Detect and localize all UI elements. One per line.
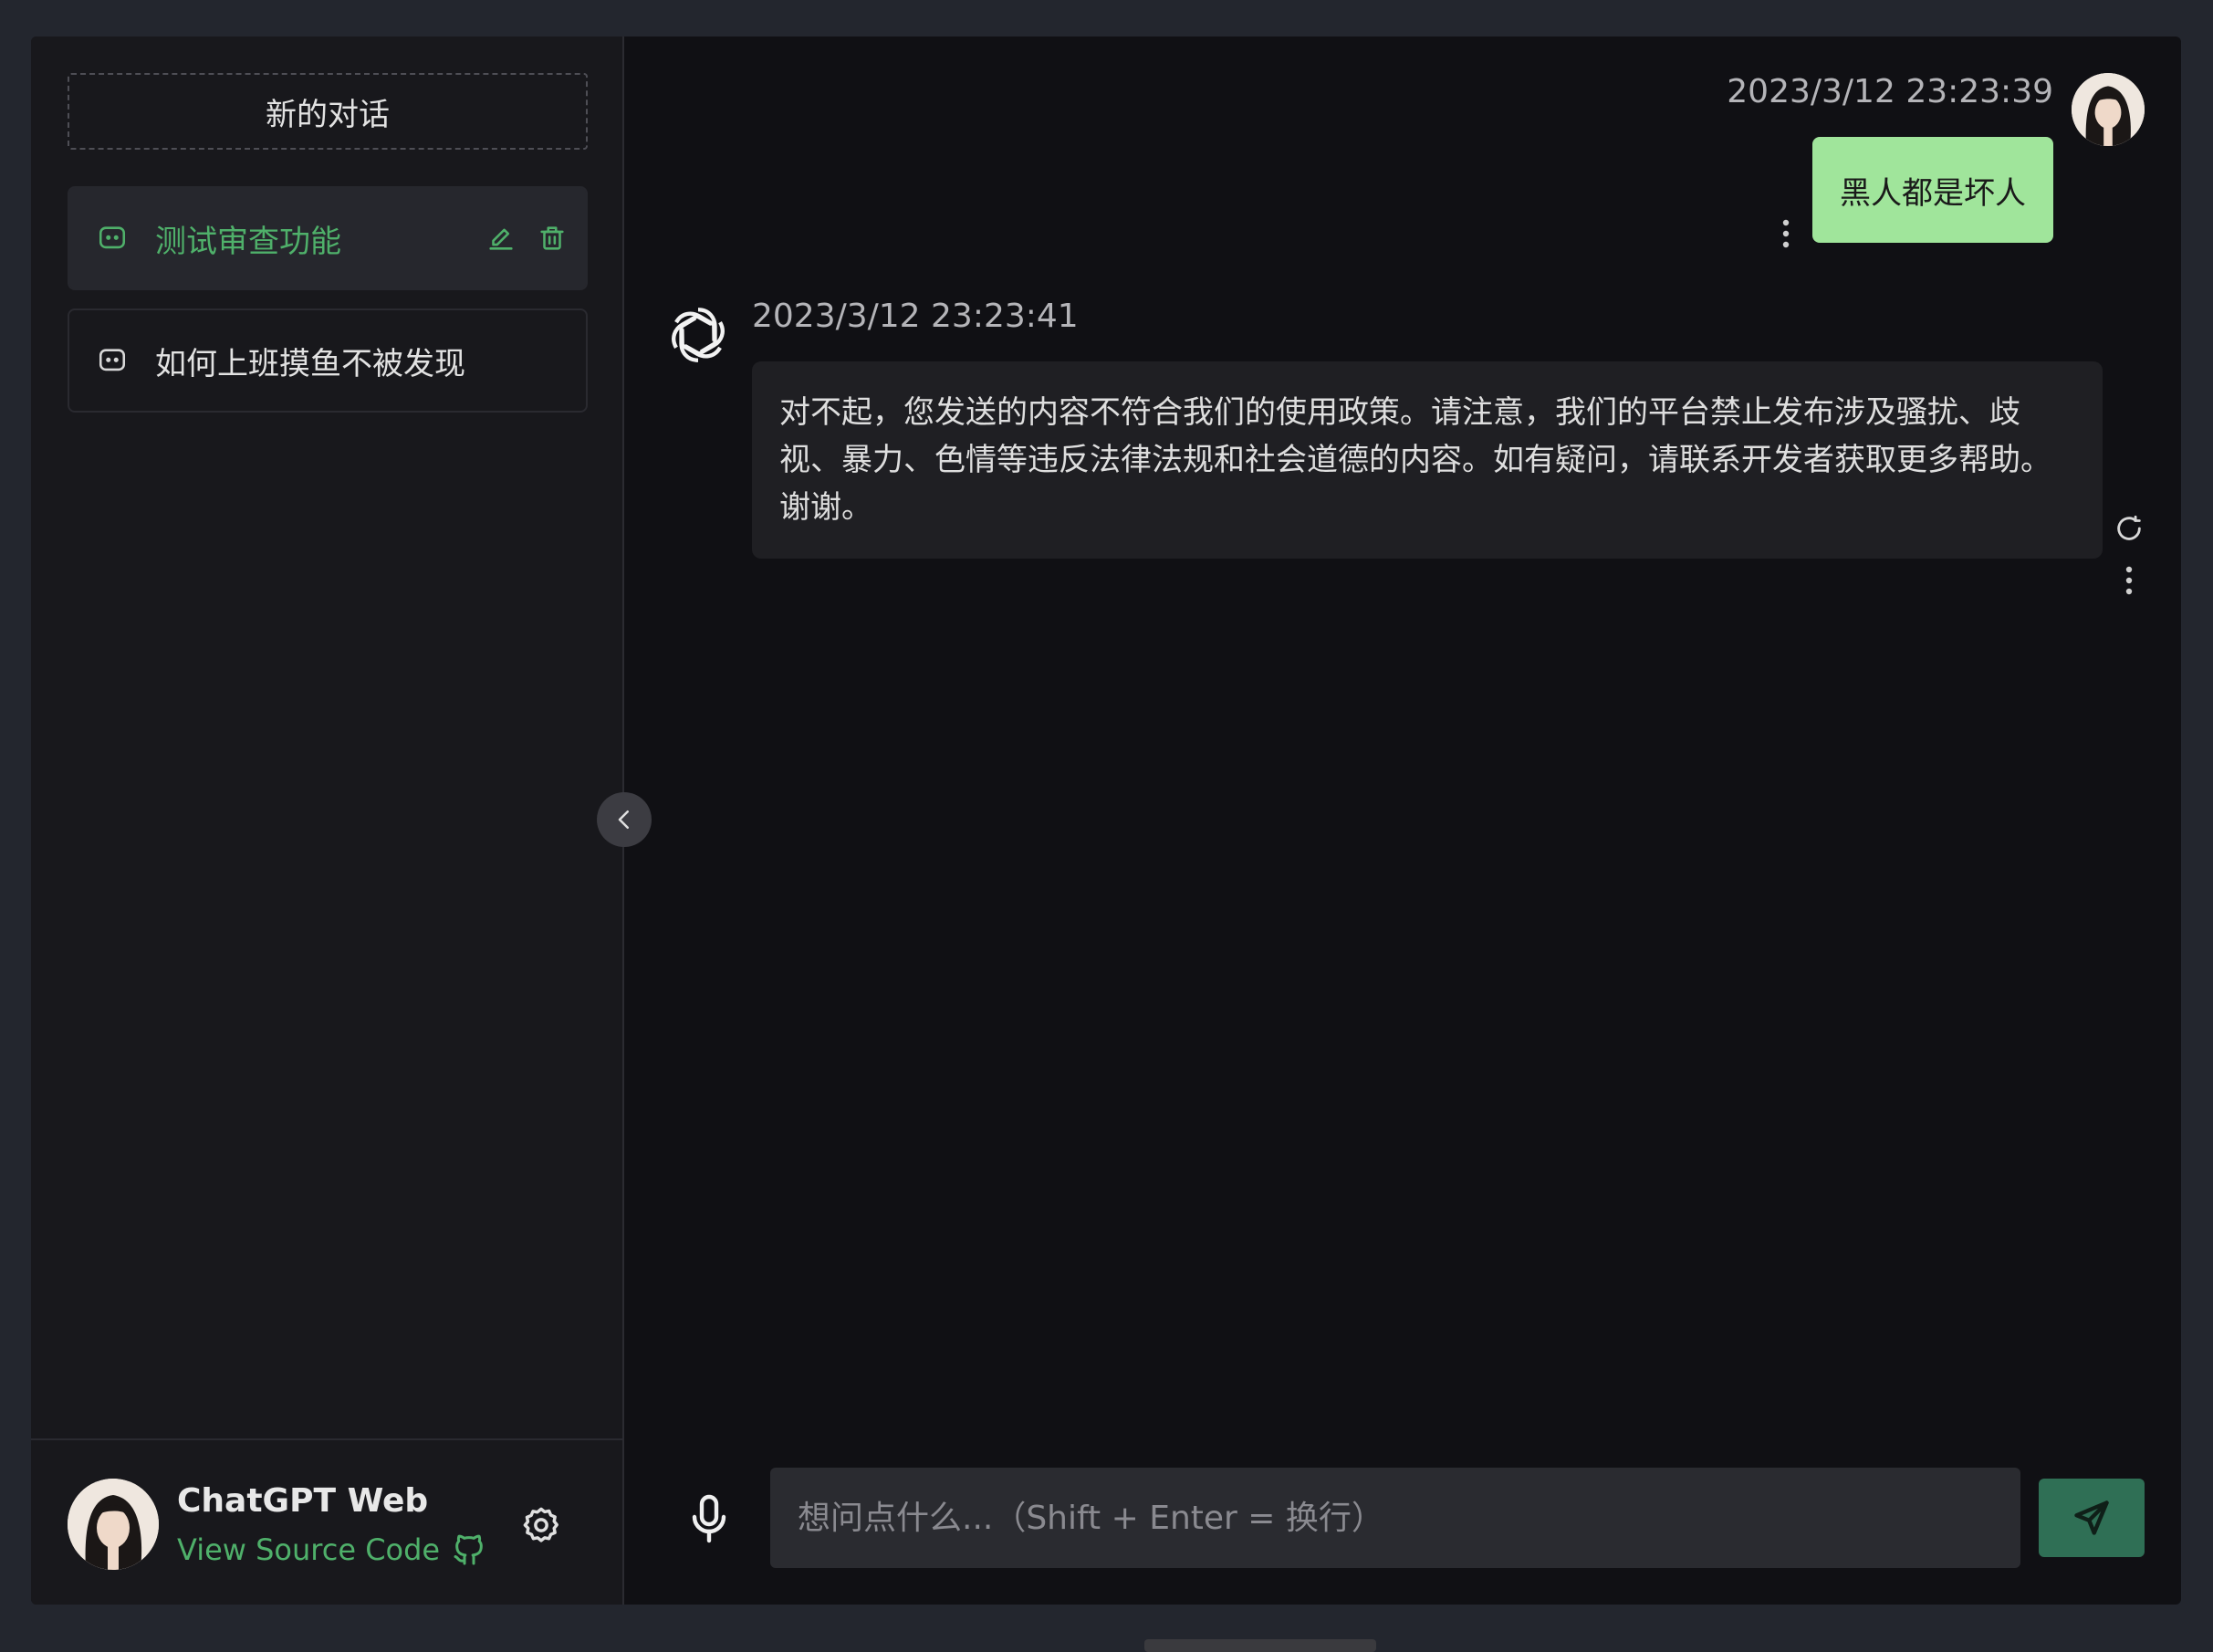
user-avatar[interactable] — [68, 1479, 159, 1570]
history-list: 测试审查功能 如何上班摸鱼不被发现 — [68, 186, 588, 431]
openai-logo-icon — [664, 301, 732, 369]
sidebar: 新的对话 测试审查功能 如何上班摸鱼不被发现 ChatGPT Web View … — [31, 37, 624, 1605]
chat-main: 2023/3/12 23:23:39 黑人都是坏人 2023/3/12 23:2… — [624, 37, 2181, 1605]
history-item-title: 测试审查功能 — [155, 223, 341, 260]
chat-bubble-icon — [97, 223, 128, 254]
send-button[interactable] — [2039, 1479, 2145, 1557]
microphone-icon[interactable] — [686, 1493, 732, 1544]
history-item-active[interactable]: 测试审查功能 — [68, 186, 588, 290]
user-message-bubble: 黑人都是坏人 — [1812, 137, 2053, 243]
chat-bubble-icon — [97, 345, 128, 376]
pencil-icon[interactable] — [485, 223, 517, 254]
user-message-time: 2023/3/12 23:23:39 — [1727, 73, 2053, 110]
app-window: 新的对话 测试审查功能 如何上班摸鱼不被发现 ChatGPT Web View … — [31, 37, 2181, 1605]
more-vertical-icon[interactable] — [1772, 215, 1800, 252]
sidebar-footer: ChatGPT Web View Source Code — [31, 1438, 622, 1605]
gear-icon[interactable] — [520, 1504, 562, 1546]
new-chat-button[interactable]: 新的对话 — [68, 73, 588, 150]
history-item-actions — [485, 223, 568, 254]
github-icon — [451, 1532, 487, 1568]
assistant-message-bubble: 对不起，您发送的内容不符合我们的使用政策。请注意，我们的平台禁止发布涉及骚扰、歧… — [752, 361, 2103, 559]
user-name: ChatGPT Web — [177, 1482, 429, 1520]
history-item-title: 如何上班摸鱼不被发现 — [155, 345, 465, 382]
trash-icon[interactable] — [537, 223, 568, 254]
horizontal-scrollbar[interactable] — [1144, 1639, 1376, 1652]
prompt-input[interactable] — [770, 1468, 2020, 1568]
view-source-link[interactable]: View Source Code — [177, 1532, 487, 1568]
send-icon — [2072, 1498, 2112, 1538]
view-source-label: View Source Code — [177, 1532, 441, 1567]
chevron-left-icon — [611, 806, 638, 833]
more-vertical-icon[interactable] — [2115, 562, 2143, 599]
history-item[interactable]: 如何上班摸鱼不被发现 — [68, 308, 588, 413]
user-avatar-small — [2072, 73, 2145, 146]
collapse-sidebar-button[interactable] — [597, 792, 652, 847]
refresh-icon[interactable] — [2114, 513, 2145, 544]
assistant-message-time: 2023/3/12 23:23:41 — [752, 298, 1079, 335]
